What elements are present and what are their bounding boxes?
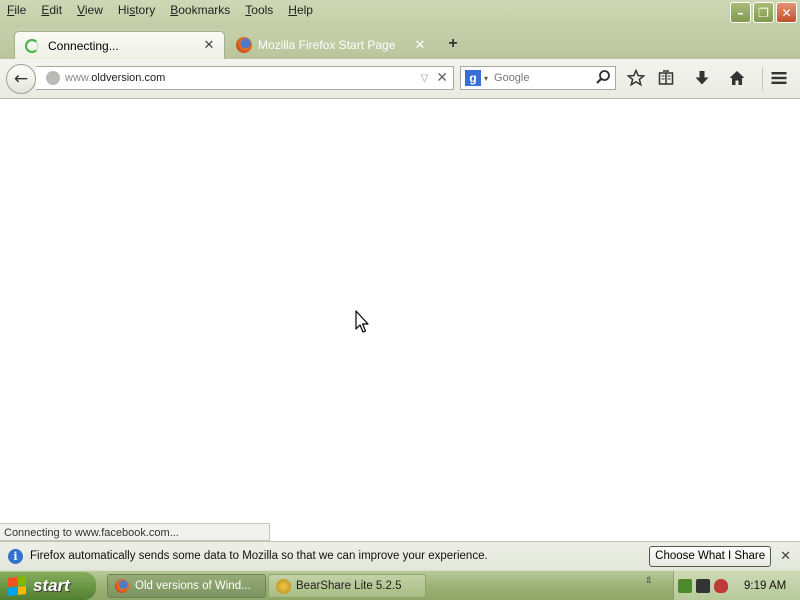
taskbar: start Old versions of Wind... BearShare …	[0, 570, 800, 600]
menu-file[interactable]: File	[0, 0, 34, 17]
url-history-dropdown-icon[interactable]: ▽	[421, 73, 429, 84]
stop-icon[interactable]: ✕	[436, 70, 448, 86]
usb-icon[interactable]	[678, 579, 692, 593]
info-icon: i	[8, 548, 23, 564]
menu-help[interactable]: Help	[281, 0, 321, 17]
choose-what-i-share-button[interactable]: Choose What I Share	[649, 545, 772, 567]
firefox-icon	[115, 579, 129, 593]
show-hidden-icons-button[interactable]: ⇫	[645, 576, 653, 585]
notification-bar: i Firefox automatically sends some data …	[0, 541, 800, 570]
page-content	[0, 99, 800, 541]
search-input[interactable]: Google	[494, 72, 595, 84]
shield-icon[interactable]	[714, 579, 728, 593]
menu-bar: File Edit View History Bookmarks Tools H…	[0, 0, 800, 28]
url-text[interactable]: www.oldversion.com	[65, 72, 421, 84]
magnifier-icon[interactable]	[595, 69, 611, 88]
new-tab-button[interactable]: +	[444, 35, 462, 53]
clock[interactable]: 9:19 AM	[744, 580, 786, 592]
notification-text: Firefox automatically sends some data to…	[30, 550, 488, 562]
loading-spinner-icon	[25, 38, 39, 53]
menu-history[interactable]: History	[111, 0, 163, 17]
toolbar-separator	[762, 67, 763, 91]
network-icon[interactable]	[696, 579, 710, 593]
tab-connecting[interactable]: Connecting... ✕	[14, 31, 225, 59]
search-engine-dropdown-icon[interactable]: ▾	[484, 74, 488, 83]
google-icon[interactable]: g	[465, 70, 481, 86]
status-bar: Connecting to www.facebook.com...	[0, 523, 270, 541]
windows-logo-icon	[8, 576, 26, 596]
tab-title: Connecting...	[48, 38, 119, 53]
taskbar-item-firefox[interactable]: Old versions of Wind...	[107, 574, 266, 598]
tab-close-icon[interactable]: ✕	[202, 38, 216, 53]
taskbar-item-label: Old versions of Wind...	[135, 580, 251, 592]
start-label: start	[33, 576, 70, 595]
menu-edit[interactable]: Edit	[34, 0, 70, 17]
search-bar[interactable]: g ▾ Google	[460, 66, 616, 90]
mouse-cursor-icon	[355, 310, 369, 337]
window-controls: – ❐ ✕	[730, 2, 797, 23]
back-button[interactable]: ←	[6, 64, 36, 94]
download-icon[interactable]	[692, 68, 712, 88]
navigation-bar: www.oldversion.com ▽ ✕ ← g ▾ Google	[0, 59, 800, 99]
bearshare-icon	[276, 578, 291, 594]
url-bar[interactable]: www.oldversion.com ▽ ✕	[36, 66, 454, 90]
hamburger-menu-icon[interactable]	[769, 68, 789, 88]
tab-title: Mozilla Firefox Start Page	[258, 38, 396, 52]
menu-view[interactable]: View	[70, 0, 111, 17]
start-button[interactable]: start	[0, 572, 96, 600]
taskbar-item-bearshare[interactable]: BearShare Lite 5.2.5	[268, 574, 426, 598]
star-icon[interactable]	[626, 68, 646, 88]
tab-close-icon[interactable]: ✕	[413, 38, 427, 53]
menu-tools[interactable]: Tools	[238, 0, 281, 17]
reading-list-icon[interactable]	[656, 68, 676, 88]
close-window-button[interactable]: ✕	[776, 2, 797, 23]
minimize-button[interactable]: –	[730, 2, 751, 23]
system-tray: 9:19 AM	[673, 571, 800, 600]
tab-firefox-start-page[interactable]: Mozilla Firefox Start Page ✕	[226, 31, 435, 59]
firefox-icon	[236, 37, 252, 53]
close-icon[interactable]: ✕	[780, 549, 791, 564]
menu-bookmarks[interactable]: Bookmarks	[163, 0, 238, 17]
tab-strip: Connecting... ✕ Mozilla Firefox Start Pa…	[0, 28, 800, 59]
restore-button[interactable]: ❐	[753, 2, 774, 23]
taskbar-item-label: BearShare Lite 5.2.5	[296, 580, 402, 592]
home-icon[interactable]	[727, 68, 747, 88]
globe-icon[interactable]	[46, 71, 60, 85]
